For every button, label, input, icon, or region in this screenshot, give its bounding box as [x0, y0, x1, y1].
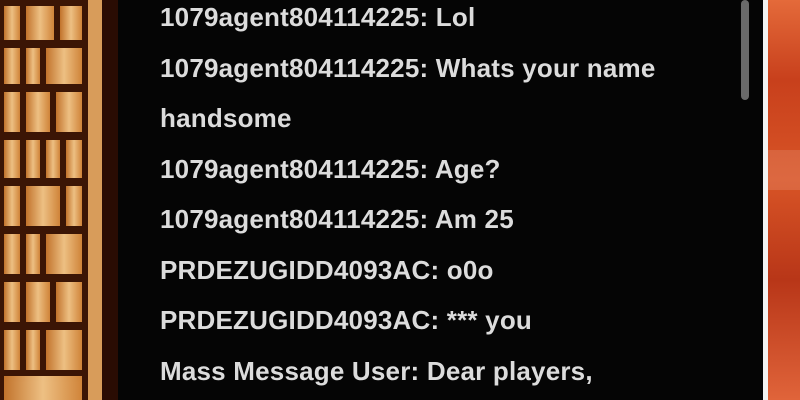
chat-text: Am 25: [434, 204, 514, 234]
chat-message: PRDEZUGIDD4093AC: o0o: [160, 245, 745, 296]
chat-text: Lol: [435, 2, 476, 32]
chat-sender: 1079agent804114225:: [160, 2, 429, 32]
chat-message: 1079agent804114225: Am 25: [160, 194, 745, 245]
chat-panel[interactable]: 1079agent804114225: Lol 1079agent8041142…: [118, 0, 763, 400]
chat-sender: 1079agent804114225:: [160, 204, 429, 234]
chat-scrollbar[interactable]: [741, 0, 749, 100]
game-background-right: [768, 0, 800, 400]
game-screen: 1079agent804114225: Lol 1079agent8041142…: [0, 0, 800, 400]
chat-message-list[interactable]: 1079agent804114225: Lol 1079agent8041142…: [160, 0, 745, 396]
chat-sender: PRDEZUGIDD4093AC:: [160, 305, 440, 335]
chat-sender: PRDEZUGIDD4093AC:: [160, 254, 440, 285]
chat-sender: 1079agent804114225:: [160, 153, 429, 184]
chat-text: Dear players,: [426, 355, 593, 386]
game-background-left: [0, 0, 118, 400]
chat-sender: Mass Message User:: [160, 355, 420, 386]
chat-message: 1079agent804114225: Whats your name hand…: [160, 43, 745, 144]
chat-message: PRDEZUGIDD4093AC: *** you: [160, 295, 745, 346]
chat-sender: 1079agent804114225:: [160, 52, 429, 83]
chat-message: 1079agent804114225: Age?: [160, 144, 745, 195]
lattice-window-art: [0, 0, 118, 400]
chat-text: *** you: [446, 305, 532, 335]
chat-message: 1079agent804114225: Lol: [160, 0, 745, 43]
chat-text: o0o: [446, 254, 494, 285]
chat-text: Age?: [434, 153, 501, 184]
chat-message: Mass Message User: Dear players,: [160, 346, 745, 397]
